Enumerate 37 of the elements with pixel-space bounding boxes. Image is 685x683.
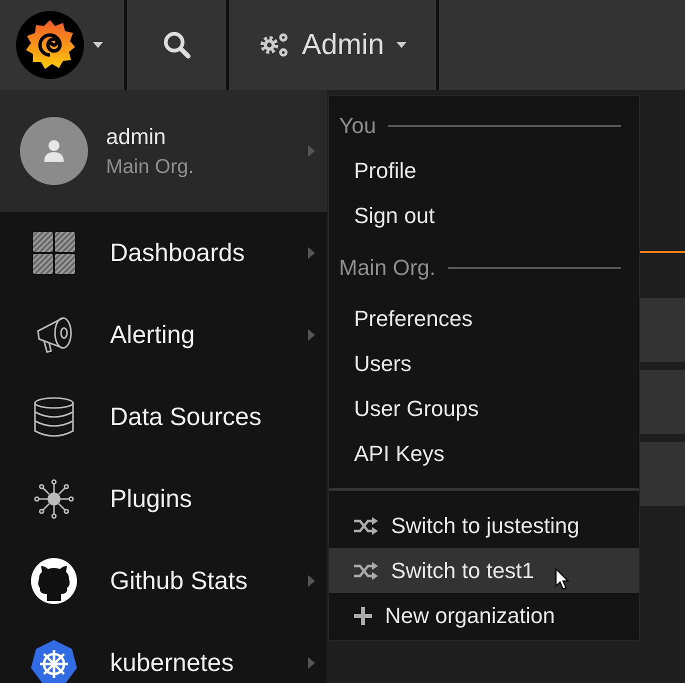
shuffle-icon bbox=[354, 516, 378, 534]
form-field[interactable] bbox=[640, 370, 685, 434]
section-header: You bbox=[339, 113, 376, 139]
sidebar-item[interactable]: Alerting bbox=[0, 294, 327, 376]
sidebar-item[interactable]: Plugins bbox=[0, 458, 327, 540]
cat-silhouette-icon bbox=[30, 557, 78, 605]
menu-item[interactable]: Switch to test1 bbox=[329, 548, 639, 593]
section-header: Main Org. bbox=[339, 255, 436, 281]
user-name: admin bbox=[106, 124, 167, 150]
menu-item[interactable]: Users bbox=[329, 341, 639, 386]
profile-row[interactable]: admin Main Org. bbox=[0, 90, 327, 212]
database-icon bbox=[33, 396, 75, 438]
search-icon[interactable] bbox=[162, 31, 190, 59]
grid-icon bbox=[33, 232, 75, 274]
sidebar-item[interactable]: Github Stats bbox=[0, 540, 327, 622]
spiral-logo-icon[interactable] bbox=[15, 10, 85, 80]
menu-item[interactable]: Preferences bbox=[329, 296, 639, 341]
cogs-icon bbox=[258, 31, 290, 59]
menu-item[interactable]: User Groups bbox=[329, 386, 639, 431]
menu-item[interactable]: Switch to justesting bbox=[329, 503, 639, 548]
mouse-cursor-icon bbox=[555, 568, 570, 590]
sidebar-item[interactable]: kubernetes bbox=[0, 622, 327, 683]
form-field[interactable] bbox=[640, 298, 685, 362]
menu-item[interactable]: New organization bbox=[329, 593, 639, 638]
menu-item[interactable]: Sign out bbox=[329, 193, 639, 238]
plus-icon bbox=[354, 606, 372, 624]
menu-item[interactable]: API Keys bbox=[329, 431, 639, 476]
form-field[interactable] bbox=[640, 442, 685, 506]
shuffle-icon bbox=[354, 562, 378, 580]
sidebar-item[interactable]: Dashboards bbox=[0, 212, 327, 294]
sidebar-item[interactable]: Data Sources bbox=[0, 376, 327, 458]
org-name: Main Org. bbox=[106, 156, 195, 178]
helm-wheel-icon bbox=[30, 639, 78, 683]
caret-icon[interactable] bbox=[93, 42, 103, 48]
menu-item[interactable]: Profile bbox=[329, 148, 639, 193]
network-icon bbox=[34, 479, 74, 519]
caret-icon bbox=[396, 42, 408, 48]
